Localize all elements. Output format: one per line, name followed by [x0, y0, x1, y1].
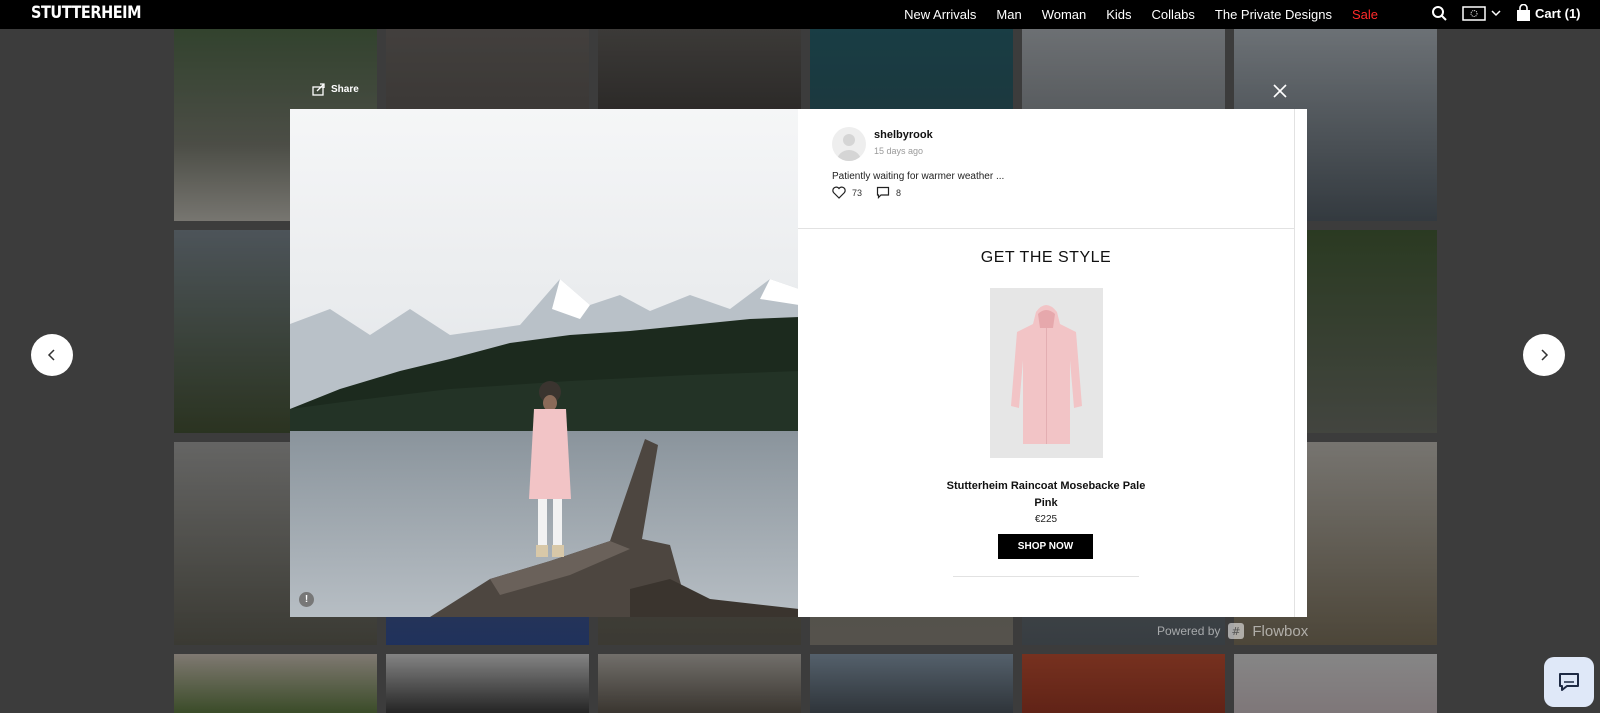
product-image[interactable]: [990, 288, 1103, 458]
panel-scroll-edge: [1294, 109, 1295, 617]
flowbox-logo-icon: #: [1228, 623, 1245, 639]
shop-now-button[interactable]: SHOP NOW: [998, 534, 1093, 559]
product-name[interactable]: Stutterheim Raincoat Mosebacke Pale Pink: [938, 478, 1154, 512]
section-divider: [798, 228, 1294, 229]
svg-text:#: #: [1232, 625, 1241, 638]
cart-link[interactable]: Cart (1): [1535, 6, 1581, 21]
search-icon[interactable]: [1431, 5, 1448, 22]
post-details-panel: shelbyrook 15 days ago Patiently waiting…: [798, 109, 1307, 617]
nav-collabs[interactable]: Collabs: [1152, 7, 1195, 22]
share-icon: [312, 83, 325, 96]
nav-new-arrivals[interactable]: New Arrivals: [904, 7, 976, 22]
powered-by-label: Powered by: [1157, 624, 1221, 638]
chat-support-button[interactable]: [1544, 657, 1594, 707]
product-price: €225: [1034, 514, 1058, 525]
likes-count: 73: [852, 187, 863, 198]
nav-private-designs[interactable]: The Private Designs: [1215, 7, 1332, 22]
post-stats: 73 8: [832, 186, 901, 199]
nav-woman[interactable]: Woman: [1042, 7, 1087, 22]
share-label: Share: [331, 84, 359, 95]
post-caption: Patiently waiting for warmer weather ...: [832, 171, 1005, 182]
get-the-style-heading: GET THE STYLE: [980, 249, 1112, 266]
nav-sale[interactable]: Sale: [1352, 7, 1378, 22]
post-timestamp: 15 days ago: [874, 146, 924, 156]
comment-icon[interactable]: [876, 186, 890, 199]
next-post-button[interactable]: [1523, 334, 1565, 376]
info-icon[interactable]: !: [299, 592, 314, 607]
lake-mountain-photo: [290, 109, 799, 617]
heart-icon[interactable]: [832, 186, 846, 199]
chevron-left-icon: [47, 349, 55, 361]
shopping-bag-icon[interactable]: [1516, 4, 1531, 22]
post-photo: [290, 109, 799, 617]
chat-icon: [1559, 673, 1579, 691]
nav-kids[interactable]: Kids: [1106, 7, 1131, 22]
stutterheim-logo[interactable]: STUTTERHEIM: [31, 3, 142, 23]
avatar[interactable]: [832, 127, 866, 161]
previous-post-button[interactable]: [31, 334, 73, 376]
top-navigation-bar: STUTTERHEIM New Arrivals Man Woman Kids …: [0, 0, 1600, 29]
pink-raincoat-image: [1011, 305, 1082, 444]
share-button[interactable]: Share: [312, 83, 359, 96]
region-flag-selector[interactable]: [1462, 5, 1502, 22]
main-nav: New Arrivals Man Woman Kids Collabs The …: [904, 0, 1378, 29]
user-avatar-icon: [837, 134, 861, 161]
flowbox-brand: Flowbox: [1252, 622, 1309, 640]
chevron-right-icon: [1541, 349, 1549, 361]
close-icon[interactable]: [1272, 83, 1288, 99]
product-divider: [953, 576, 1139, 577]
comments-count: 8: [896, 187, 902, 198]
nav-man[interactable]: Man: [996, 7, 1021, 22]
powered-by-flowbox[interactable]: Powered by # Flowbox: [1157, 622, 1308, 640]
post-username[interactable]: shelbyrook: [874, 129, 933, 141]
